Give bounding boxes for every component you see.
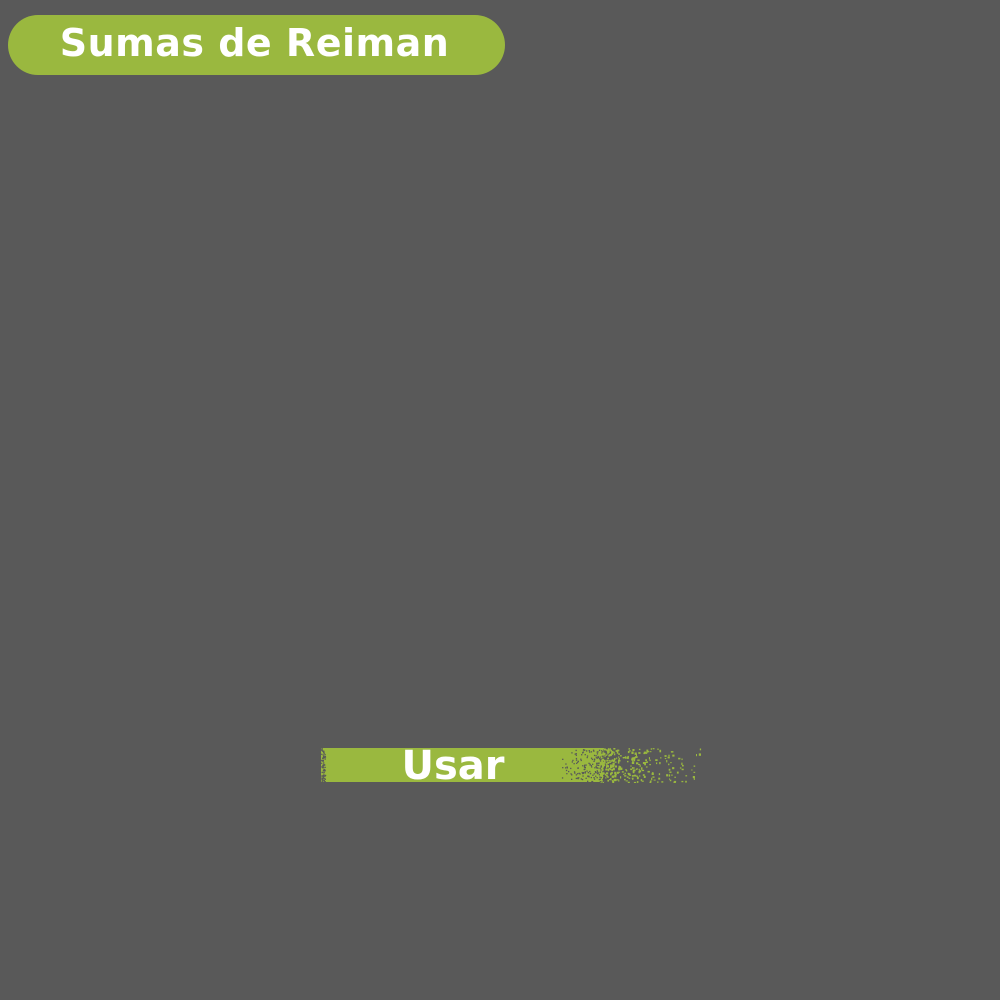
page-title: Sumas de Reiman <box>59 21 450 65</box>
use-button-label: Usar <box>401 743 505 789</box>
app-screen: Sumas de Reiman Usar <box>0 0 1000 1000</box>
title-banner: Sumas de Reiman <box>8 15 505 75</box>
use-button[interactable]: Usar <box>318 743 704 789</box>
